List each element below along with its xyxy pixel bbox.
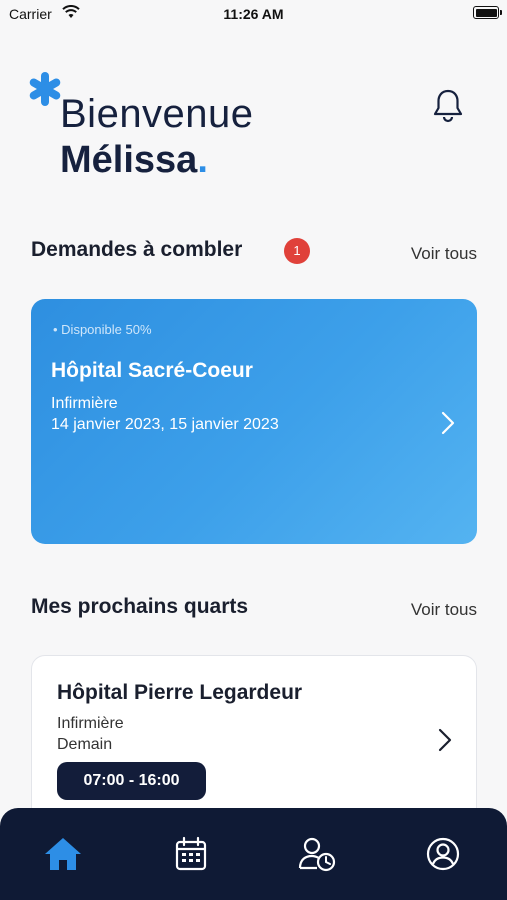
requests-count-badge: 1 (284, 238, 310, 264)
request-role: Infirmière (51, 395, 118, 412)
battery-icon (473, 6, 502, 19)
greeting-text: Bienvenue (60, 92, 254, 136)
request-dates: 14 janvier 2023, 15 janvier 2023 (51, 416, 279, 433)
user-clock-icon (297, 836, 337, 886)
shift-role: Infirmière (57, 715, 124, 732)
request-card[interactable]: • Disponible 50% Hôpital Sacré-Coeur Inf… (31, 299, 477, 544)
shift-day: Demain (57, 736, 113, 753)
request-hospital-name: Hôpital Sacré-Coeur (51, 359, 253, 382)
tab-calendar[interactable] (166, 836, 216, 886)
user-name-dot: . (197, 139, 208, 181)
calendar-icon (174, 836, 208, 886)
clock: 11:26 AM (223, 6, 284, 22)
requests-see-all-link[interactable]: Voir tous (411, 244, 477, 264)
shifts-section-title: Mes prochains quarts (31, 595, 249, 618)
chevron-right-icon[interactable] (441, 411, 455, 440)
availability-label: • Disponible 50% (53, 322, 152, 337)
status-bar: Carrier 11:26 AM (0, 0, 507, 30)
home-icon (43, 836, 83, 886)
tab-profile[interactable] (418, 836, 468, 886)
tab-schedule[interactable] (292, 836, 342, 886)
bottom-tab-bar (0, 808, 507, 900)
shifts-see-all-link[interactable]: Voir tous (411, 600, 477, 620)
requests-section-title: Demandes à combler (31, 238, 243, 261)
user-name-text: Mélissa (60, 139, 198, 181)
tab-home[interactable] (38, 836, 88, 886)
profile-icon (425, 836, 461, 886)
shift-time-pill: 07:00 - 16:00 (57, 762, 206, 800)
asterisk-logo-icon (28, 72, 62, 111)
notifications-bell-icon[interactable] (431, 88, 465, 129)
shift-hospital-name: Hôpital Pierre Legardeur (57, 681, 303, 704)
chevron-right-icon[interactable] (438, 728, 452, 757)
user-name: Mélissa. (60, 138, 208, 182)
